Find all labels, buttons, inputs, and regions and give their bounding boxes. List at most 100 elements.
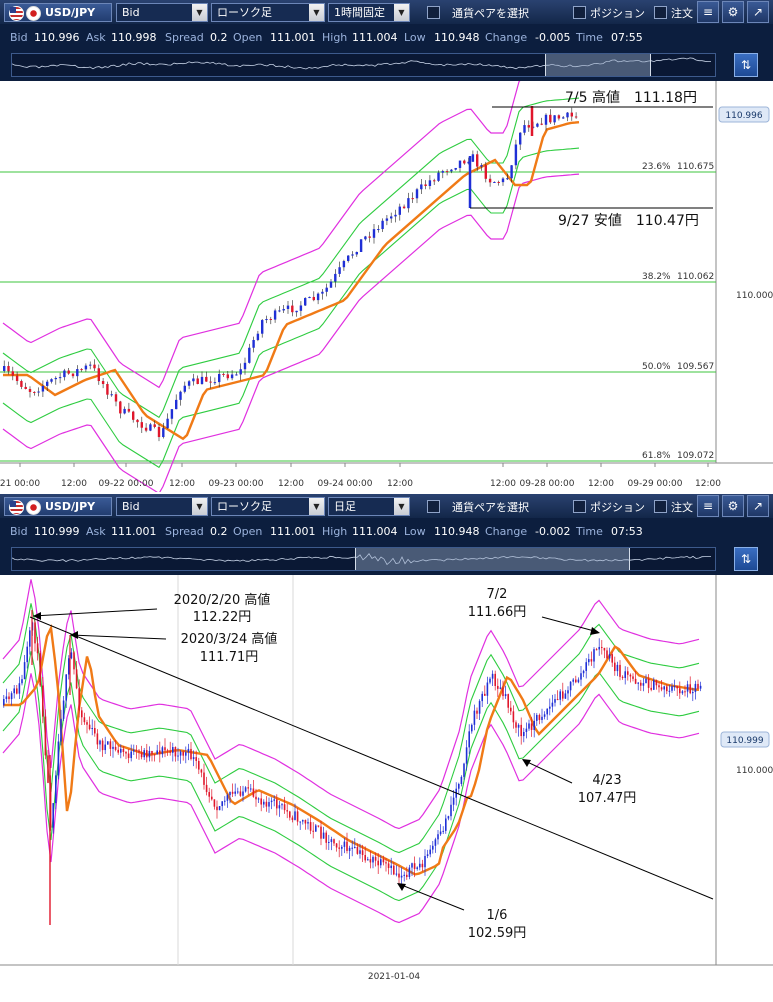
candle-body [270,800,273,803]
price-type-select[interactable]: Bid ▼ [116,497,208,516]
expand-icon[interactable]: ↗ [747,495,769,517]
gear-icon[interactable]: ⚙ [722,495,744,517]
x-tick-label: 12:00 [695,479,721,489]
candle-body [697,683,699,689]
candle-body [276,799,278,809]
x-tick-label: 12:00 [387,479,413,489]
symbol-selector[interactable]: USD/JPY [4,3,112,22]
candle-body [205,784,208,793]
timeframe-value: 1時間固定 [334,6,385,19]
candle-body [226,795,229,801]
jp-flag-icon [26,500,41,515]
candle-body [162,428,165,438]
candle-body [512,711,515,723]
drawing-tools-button[interactable]: ≡ [697,495,719,517]
candle-body [44,716,47,756]
navigator-track[interactable] [11,547,716,571]
candle-body [282,308,285,311]
candle-body [315,825,317,832]
candle-body [525,728,528,732]
bollinger-lower-1 [2,147,580,469]
candle-body [536,123,539,127]
low-label: Low [404,31,426,44]
candle-body [261,320,264,334]
candle-body [94,728,96,734]
candle-body [588,659,590,663]
candle-body [569,681,572,691]
candle-body [515,722,517,728]
candle-body [471,724,473,732]
fib-value-label: 110.675 [677,162,714,172]
candle-body [387,863,390,869]
gear-icon[interactable]: ⚙ [722,1,744,23]
order-label: 注文 [671,501,693,514]
candle-body [106,384,109,395]
candle-body [595,649,598,651]
candle-body [265,319,268,321]
candle-body [257,798,260,800]
candle-body [330,839,333,842]
candle-body [140,752,143,758]
spread-label: Spread [165,31,204,44]
chevron-down-icon: ▼ [309,498,324,515]
timeframe-select[interactable]: 日足 ▼ [328,497,410,516]
candle-body [177,755,179,757]
candle-body [75,669,78,689]
select-pair-checkbox[interactable] [427,500,440,513]
candle-body [68,658,70,675]
candle-body [585,662,587,671]
candle-body [419,863,421,868]
candle-body [478,701,481,714]
candle-body [468,731,470,748]
candle-body [351,254,354,256]
candle-body [668,690,671,692]
position-checkbox[interactable] [573,6,586,19]
candle-body [21,679,23,684]
spread-value: 0.2 [210,31,228,44]
navigator-handle[interactable] [545,54,651,76]
select-pair-checkbox[interactable] [427,6,440,19]
position-checkbox[interactable] [573,500,586,513]
candle-body [676,686,678,689]
expand-icon[interactable]: ↗ [747,1,769,23]
candle-body [97,368,100,382]
chevron-down-icon: ▼ [309,4,324,21]
candle-body [187,381,191,386]
chart-type-select[interactable]: ローソク足 ▼ [211,3,325,22]
candle-body [242,791,244,796]
price-type-select[interactable]: Bid ▼ [116,3,208,22]
candle-body [420,184,423,190]
ask-value: 110.998 [111,31,157,44]
candle-body [507,694,509,708]
timeframe-select[interactable]: 1時間固定 ▼ [328,3,410,22]
high-value: 111.004 [352,525,398,538]
bollinger-lower-2 [2,173,580,495]
candle-body [441,171,444,173]
symbol-selector[interactable]: USD/JPY [4,497,112,516]
candle-body [491,673,494,679]
candle-body [312,830,314,832]
annotation-apr-date: 4/23 [592,773,621,788]
candle-body [159,750,161,755]
candle-body [506,178,509,180]
candle-body [434,839,437,846]
drawing-tools-button[interactable]: ≡ [697,1,719,23]
order-checkbox[interactable] [654,500,667,513]
annotation-feb-date: 2020/2/20 高値 [174,592,271,608]
candle-body [132,411,135,420]
candle-body [460,776,463,784]
navigator-handle[interactable] [355,548,630,570]
change-label: Change [485,31,528,44]
time-value: 07:53 [611,525,643,538]
candle-body [333,839,335,844]
navigator-track[interactable] [11,53,716,77]
order-checkbox[interactable] [654,6,667,19]
candle-body [229,791,231,796]
chart-type-select[interactable]: ローソク足 ▼ [211,497,325,516]
navigator-toggle-button[interactable]: ⇅ [734,547,758,571]
navigator-toggle-button[interactable]: ⇅ [734,53,758,77]
candle-body [37,391,40,393]
candle-body [484,693,486,696]
moving-average-line [3,121,580,441]
ask-label: Ask [86,31,106,44]
